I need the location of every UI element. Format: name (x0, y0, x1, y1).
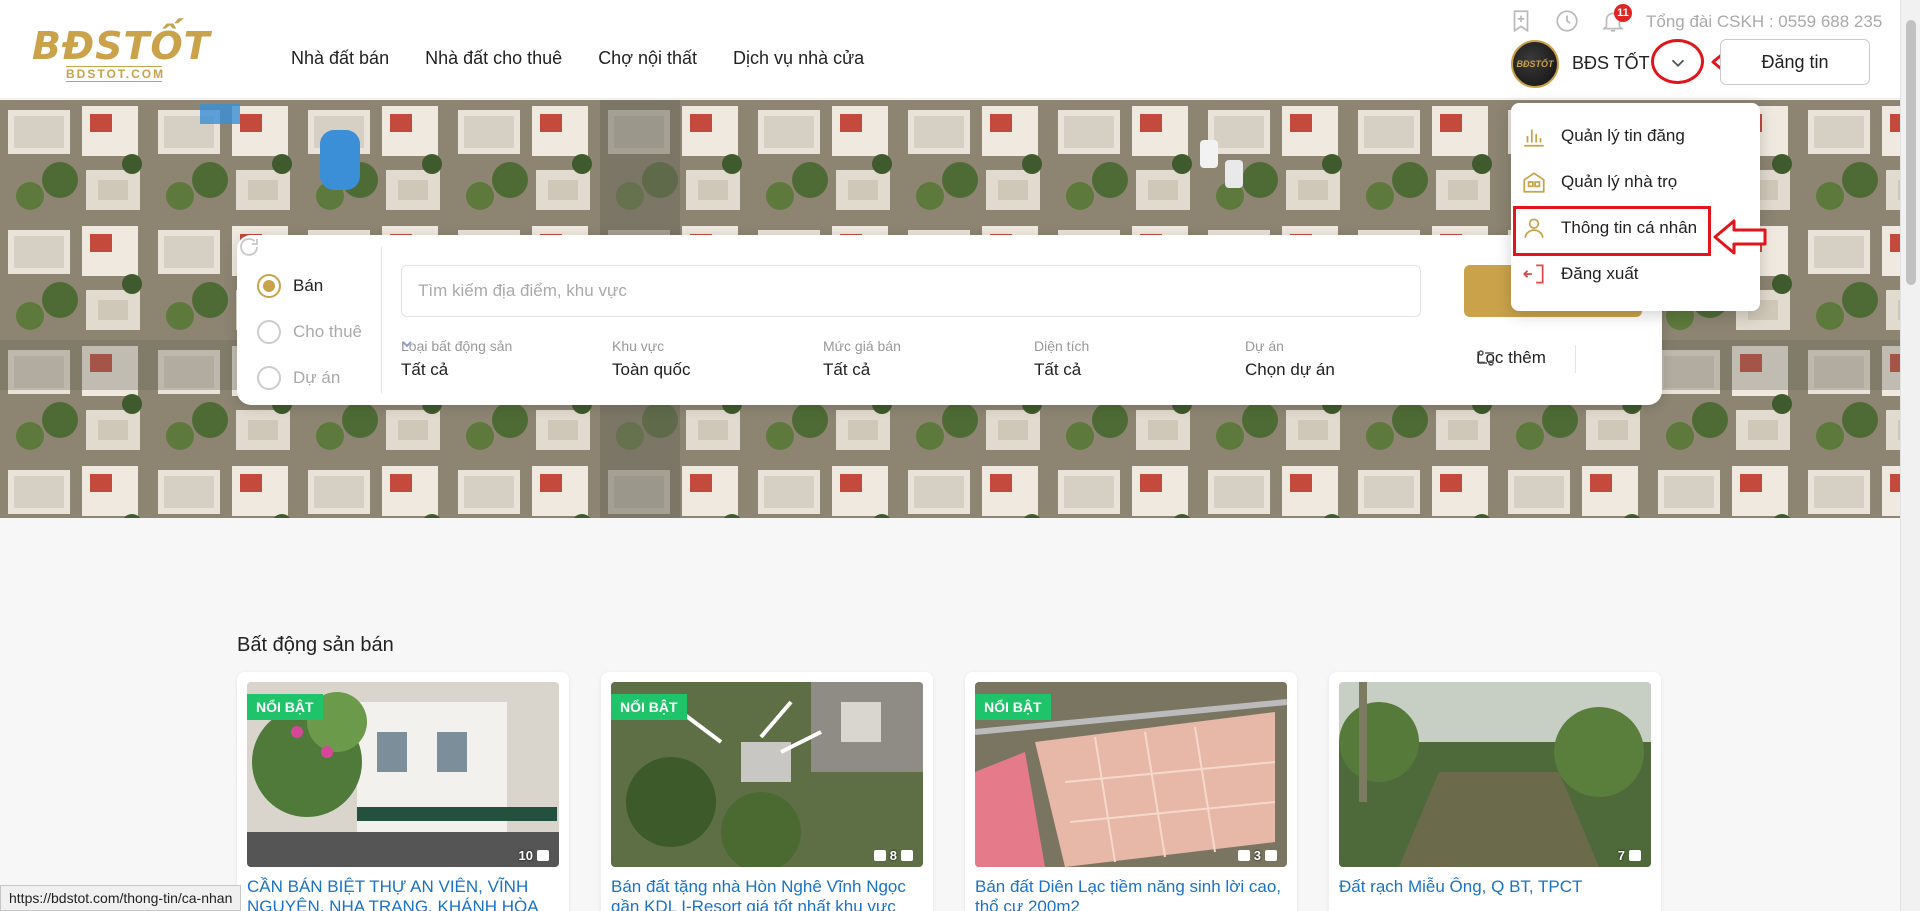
listing-title[interactable]: Bán đất tặng nhà Hòn Nghê Vĩnh Ngọc gần … (611, 877, 923, 911)
filter-price[interactable]: Mức giá bán Tất cả (402, 338, 1034, 380)
filter-value: Tất cả (401, 360, 449, 379)
logo-subtext: BDSTOT.COM (66, 66, 166, 82)
nav-item-furniture[interactable]: Chợ nội thất (598, 48, 697, 69)
radio-dot (257, 320, 281, 344)
filter-label: Diện tích (1034, 338, 1090, 354)
site-logo[interactable]: BĐSTỐT BDSTOT.COM (32, 24, 211, 82)
filter-label: Dự án (1245, 338, 1284, 354)
radio-sale[interactable]: Bán (257, 263, 397, 309)
post-listing-button[interactable]: Đăng tin (1720, 39, 1870, 85)
search-panel: Bán Cho thuê Dự án Loại bất động sản Tất… (237, 235, 1662, 405)
site-header: BĐSTỐT BDSTOT.COM Nhà đất bán Nhà đất ch… (0, 0, 1900, 99)
radio-label: Dự án (293, 368, 341, 387)
logout-icon (1523, 264, 1544, 284)
nav-item-rent[interactable]: Nhà đất cho thuê (425, 48, 562, 69)
filter-label: Mức giá bán (823, 338, 901, 354)
annotation-highlight-box (1513, 206, 1711, 256)
page-scrollbar[interactable] (1900, 0, 1920, 911)
menu-item-label: Quản lý nhà trọ (1561, 172, 1678, 191)
logo-text: BĐSTỐT (32, 24, 211, 68)
photo-count: 3 (1237, 848, 1277, 863)
browser-status-bar: https://bdstot.com/thong-tin/ca-nhan (0, 885, 242, 911)
listing-card[interactable]: 3 NỔI BẬT Bán đất Diên Lạc tiềm năng sin… (965, 672, 1297, 911)
photo-count: 8 (873, 848, 913, 863)
featured-badge: NỔI BẬT (247, 694, 323, 720)
listing-image[interactable]: 7 (1339, 682, 1651, 867)
nav-item-services[interactable]: Dịch vụ nhà cửa (733, 48, 864, 69)
filter-label: Khu vực (612, 338, 665, 354)
radio-dot (257, 274, 281, 298)
image-icon (901, 850, 913, 861)
refresh-icon[interactable] (237, 235, 261, 259)
image-icon (537, 850, 549, 861)
username-label[interactable]: BĐS TỐT (1572, 53, 1650, 74)
listing-card[interactable]: 7 Đất rạch Miễu Ông, Q BT, TPCT (1329, 672, 1661, 911)
building-icon (1523, 172, 1545, 193)
listing-title[interactable]: Bán đất Diên Lạc tiềm năng sinh lời cao,… (975, 877, 1287, 911)
history-icon[interactable] (1554, 8, 1582, 36)
photo-count: 10 (519, 848, 549, 863)
featured-badge: NỔI BẬT (611, 694, 687, 720)
menu-item-manage-listings[interactable]: Quản lý tin đăng (1511, 113, 1760, 159)
filter-icon (1478, 350, 1494, 366)
radio-project[interactable]: Dự án (257, 355, 397, 401)
listing-cards: 10 NỔI BẬT CẦN BÁN BIỆT THỰ AN VIÊN, VĨN… (237, 672, 1661, 911)
listing-title[interactable]: Đất rạch Miễu Ông, Q BT, TPCT (1339, 877, 1651, 897)
featured-badge: NỔI BẬT (975, 694, 1051, 720)
scrollbar-thumb[interactable] (1906, 20, 1916, 285)
photo-count-value: 10 (518, 848, 533, 863)
annotation-arrow-icon (1713, 219, 1767, 255)
filter-row: Loại bất động sản Tất cả Khu vực Toàn qu… (401, 338, 1456, 380)
filter-label: Loại bất động sản (401, 338, 513, 354)
photo-count-value: 8 (889, 848, 897, 863)
hotline-text: Tổng đài CSKH : 0559 688 235 (1646, 12, 1883, 31)
image-icon (1629, 850, 1641, 861)
radio-label: Bán (293, 276, 324, 295)
radio-dot (257, 366, 281, 390)
annotation-circle (1651, 39, 1704, 84)
radio-label: Cho thuê (293, 322, 362, 341)
menu-item-label: Quản lý tin đăng (1561, 126, 1685, 145)
filter-property-type[interactable]: Loại bất động sản Tất cả (401, 338, 612, 380)
bar-chart-icon (1524, 129, 1544, 147)
photo-count-value: 3 (1253, 848, 1261, 863)
filter-value: Tất cả (823, 360, 871, 379)
filter-value: Chọn dự án (1245, 360, 1335, 379)
menu-item-logout[interactable]: Đăng xuất (1511, 251, 1760, 297)
listing-title[interactable]: CẦN BÁN BIỆT THỰ AN VIÊN, VĨNH NGUYÊN, N… (247, 877, 559, 911)
section-title: Bất động sản bán (237, 634, 394, 656)
filter-project[interactable]: Dự án Chọn dự án (402, 338, 1456, 380)
filter-value: Toàn quốc (612, 360, 691, 379)
photo-count-value: 7 (1617, 848, 1625, 863)
video-icon (1237, 850, 1250, 861)
video-icon (873, 850, 886, 861)
photo-count: 7 (1618, 848, 1641, 863)
menu-item-manage-rooms[interactable]: Quản lý nhà trọ (1511, 159, 1760, 205)
location-search-input[interactable] (401, 265, 1421, 317)
main-nav: Nhà đất bán Nhà đất cho thuê Chợ nội thấ… (291, 48, 864, 69)
image-icon (1265, 850, 1277, 861)
menu-item-label: Đăng xuất (1561, 264, 1639, 283)
chevron-down-icon (402, 341, 412, 348)
user-avatar[interactable]: BĐSTỐT (1511, 40, 1559, 88)
notification-count-badge: 11 (1614, 4, 1632, 22)
listing-card[interactable]: 8 NỔI BẬT Bán đất tặng nhà Hòn Nghê Vĩnh… (601, 672, 933, 911)
notification-bell-icon[interactable]: 11 (1600, 4, 1632, 36)
divider (381, 247, 382, 393)
filter-region[interactable]: Khu vực Toàn quốc (402, 338, 823, 380)
listing-card[interactable]: 10 NỔI BẬT CẦN BÁN BIỆT THỰ AN VIÊN, VĨN… (237, 672, 569, 911)
listing-type-group: Bán Cho thuê Dự án (257, 263, 397, 401)
more-filter-button[interactable]: Lọc thêm (1476, 348, 1546, 368)
radio-rent[interactable]: Cho thuê (257, 309, 397, 355)
divider (1575, 345, 1576, 373)
nav-item-sale[interactable]: Nhà đất bán (291, 48, 389, 69)
filter-area[interactable]: Diện tích Tất cả (402, 338, 1245, 380)
top-utility-bar: 11 Tổng đài CSKH : 0559 688 235 (1508, 4, 1883, 36)
saved-listing-icon[interactable] (1508, 8, 1536, 36)
filter-value: Tất cả (1034, 360, 1082, 379)
